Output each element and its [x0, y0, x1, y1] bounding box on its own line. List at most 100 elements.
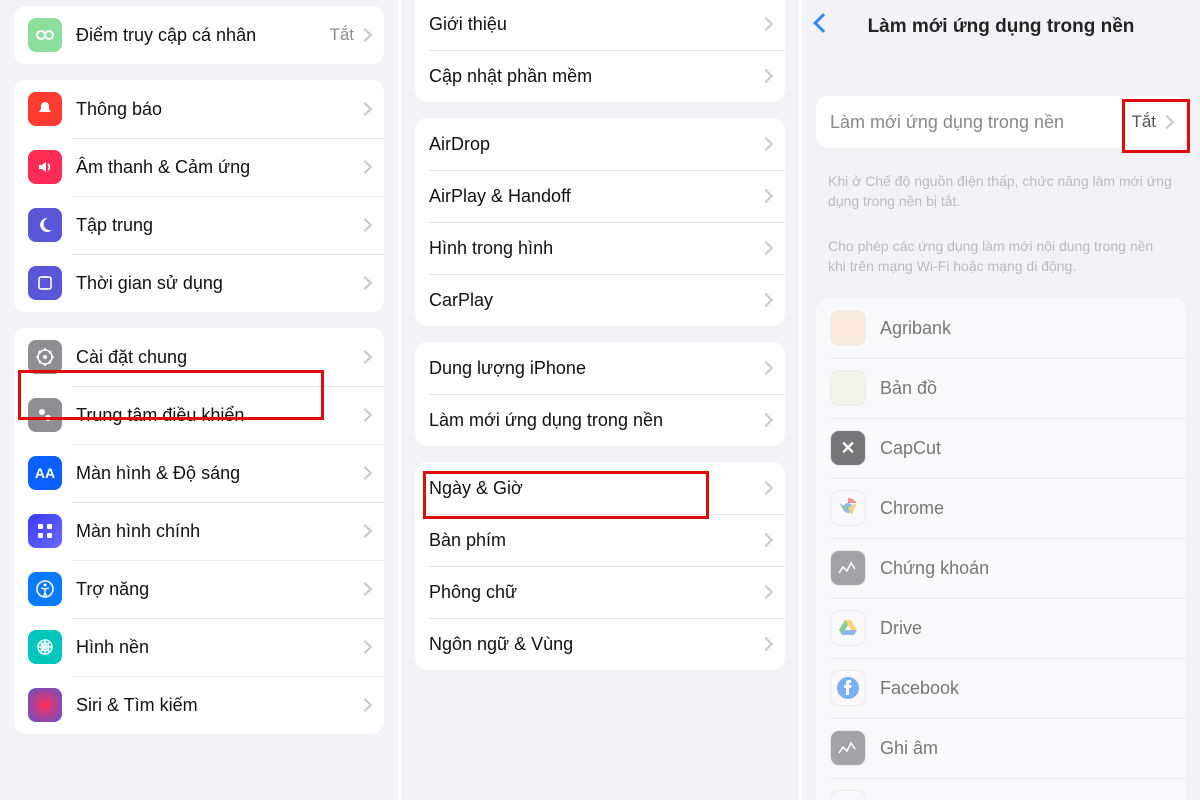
app-label: Agribank [880, 318, 1172, 339]
chevron-right-icon [759, 137, 773, 151]
display-icon: AA [28, 456, 62, 490]
row-display[interactable]: AA Màn hình & Độ sáng [14, 444, 384, 502]
row-pip[interactable]: Hình trong hình [415, 222, 785, 274]
siri-label: Siri & Tìm kiếm [76, 695, 360, 716]
chevron-right-icon [759, 361, 773, 375]
apps-list: Agribank Bản đồ ✕CapCut Chrome Chứng khoán Dr… [816, 298, 1186, 800]
app-icon: ✕ [830, 430, 866, 466]
row-carplay[interactable]: CarPlay [415, 274, 785, 326]
row-wallpaper[interactable]: Hình nền [14, 618, 384, 676]
chevron-right-icon [358, 466, 372, 480]
row-sounds[interactable]: Âm thanh & Cảm ứng [14, 138, 384, 196]
row-screen-time[interactable]: Thời gian sử dụng [14, 254, 384, 312]
fonts-label: Phông chữ [429, 582, 761, 603]
app-row[interactable]: Chứng khoán [816, 538, 1186, 598]
chevron-right-icon [358, 276, 372, 290]
screen-time-icon [28, 266, 62, 300]
row-siri[interactable]: Siri & Tìm kiếm [14, 676, 384, 734]
hotspot-icon [28, 18, 62, 52]
background-refresh-column: Làm mới ứng dụng trong nền Làm mới ứng d… [799, 0, 1200, 800]
row-software-update[interactable]: Cập nhật phần mềm [415, 50, 785, 102]
hotspot-value: Tắt [329, 25, 354, 45]
row-about[interactable]: Giới thiệu [415, 0, 785, 50]
app-label: Ghi âm [880, 738, 1172, 759]
row-iphone-storage[interactable]: Dung lượng iPhone [415, 342, 785, 394]
app-row[interactable]: Agribank [816, 298, 1186, 358]
airdrop-label: AirDrop [429, 134, 761, 155]
chevron-right-icon [358, 160, 372, 174]
row-airdrop[interactable]: AirDrop [415, 118, 785, 170]
general-icon [28, 340, 62, 374]
bg-refresh-toggle-value: Tắt [1131, 112, 1156, 132]
about-label: Giới thiệu [429, 14, 761, 35]
app-icon [830, 790, 866, 800]
focus-label: Tập trung [76, 215, 360, 236]
row-fonts[interactable]: Phông chữ [415, 566, 785, 618]
app-icon [830, 310, 866, 346]
chevron-right-icon [759, 533, 773, 547]
wallpaper-label: Hình nền [76, 637, 360, 658]
chevron-right-icon [759, 637, 773, 651]
row-control-center[interactable]: Trung tâm điều khiển [14, 386, 384, 444]
row-accessibility[interactable]: Trợ năng [14, 560, 384, 618]
chevron-right-icon [759, 481, 773, 495]
row-language[interactable]: Ngôn ngữ & Vùng [415, 618, 785, 670]
row-notifications[interactable]: Thông báo [14, 80, 384, 138]
chevron-right-icon [358, 28, 372, 42]
general-column: Giới thiệu Cập nhật phần mềm AirDrop Air… [398, 0, 799, 800]
control-center-label: Trung tâm điều khiển [76, 405, 360, 426]
carplay-label: CarPlay [429, 290, 761, 311]
app-icon [830, 550, 866, 586]
row-bg-refresh-toggle[interactable]: Làm mới ứng dụng trong nền Tắt [816, 96, 1186, 148]
control-center-icon [28, 398, 62, 432]
chevron-right-icon [759, 293, 773, 307]
siri-icon [28, 688, 62, 722]
chevron-right-icon [1160, 115, 1174, 129]
app-icon [830, 670, 866, 706]
app-row[interactable]: ✕CapCut [816, 418, 1186, 478]
accessibility-label: Trợ năng [76, 579, 360, 600]
row-date-time[interactable]: Ngày & Giờ [415, 462, 785, 514]
row-background-refresh[interactable]: Làm mới ứng dụng trong nền [415, 394, 785, 446]
app-row[interactable]: Ghi âm [816, 718, 1186, 778]
app-label: Chrome [880, 498, 1172, 519]
app-row[interactable]: Chrome [816, 478, 1186, 538]
keyboard-label: Bàn phím [429, 530, 761, 551]
row-general[interactable]: Cài đặt chung [14, 328, 384, 386]
app-row[interactable]: Bản đồ [816, 358, 1186, 418]
row-airplay[interactable]: AirPlay & Handoff [415, 170, 785, 222]
notifications-label: Thông báo [76, 99, 360, 120]
general-label: Cài đặt chung [76, 347, 360, 368]
hotspot-label: Điểm truy cập cá nhân [76, 25, 329, 46]
nav-header: Làm mới ứng dụng trong nền [802, 0, 1200, 54]
app-row[interactable]: Ghi chú [816, 778, 1186, 800]
footer-note-2: Cho phép các ứng dụng làm mới nội dung t… [802, 229, 1200, 280]
chevron-right-icon [358, 218, 372, 232]
app-row[interactable]: Drive [816, 598, 1186, 658]
chevron-right-icon [358, 698, 372, 712]
storage-label: Dung lượng iPhone [429, 358, 761, 379]
row-keyboard[interactable]: Bàn phím [415, 514, 785, 566]
page-title: Làm mới ứng dụng trong nền [868, 16, 1135, 38]
back-button[interactable] [813, 13, 833, 33]
chevron-right-icon [358, 408, 372, 422]
row-home-screen[interactable]: Màn hình chính [14, 502, 384, 560]
app-label: Bản đồ [880, 378, 1172, 399]
sound-icon [28, 150, 62, 184]
pip-label: Hình trong hình [429, 238, 761, 259]
home-screen-icon [28, 514, 62, 548]
notifications-icon [28, 92, 62, 126]
wallpaper-icon [28, 630, 62, 664]
chevron-right-icon [759, 413, 773, 427]
chevron-right-icon [759, 17, 773, 31]
app-icon [830, 370, 866, 406]
sounds-label: Âm thanh & Cảm ứng [76, 157, 360, 178]
app-label: Drive [880, 618, 1172, 639]
app-row[interactable]: Facebook [816, 658, 1186, 718]
row-personal-hotspot[interactable]: Điểm truy cập cá nhân Tắt [14, 6, 384, 64]
row-focus[interactable]: Tập trung [14, 196, 384, 254]
chevron-right-icon [759, 585, 773, 599]
home-screen-label: Màn hình chính [76, 521, 360, 542]
app-icon [830, 490, 866, 526]
display-label: Màn hình & Độ sáng [76, 463, 360, 484]
